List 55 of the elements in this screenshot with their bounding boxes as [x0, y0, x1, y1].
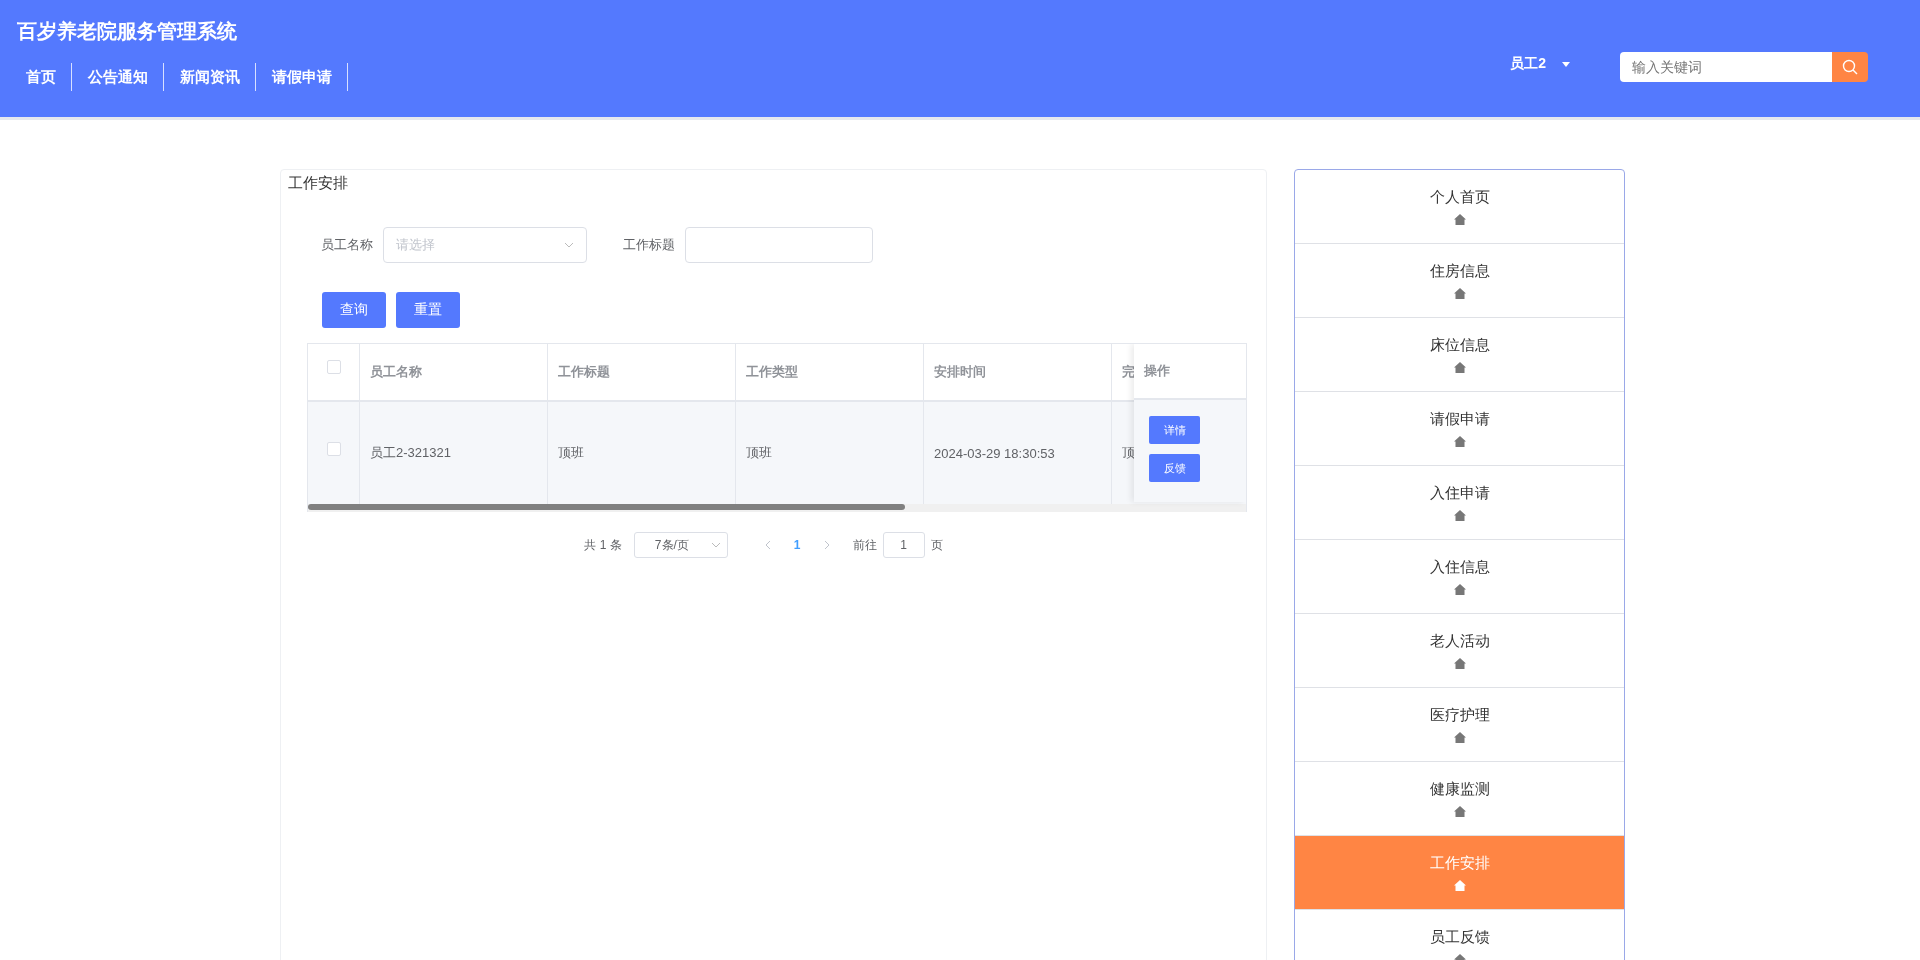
action-button[interactable]: 重置	[396, 292, 460, 328]
user-menu[interactable]: 员工2	[1510, 55, 1570, 73]
card-title: 工作安排	[287, 173, 349, 193]
column-header: 工作类型	[736, 344, 924, 400]
sidebar-item[interactable]: 入住信息	[1295, 540, 1624, 614]
chevron-down-icon	[564, 242, 574, 248]
next-page-icon[interactable]	[822, 540, 831, 550]
house-icon	[1453, 288, 1466, 299]
search-icon	[1842, 59, 1858, 75]
filter-label: 工作标题	[623, 236, 675, 254]
search-field[interactable]: 输入关键词	[1620, 52, 1832, 82]
sidebar-item[interactable]: 床位信息	[1295, 318, 1624, 392]
nav-link[interactable]: 首页	[17, 63, 72, 91]
filter-label: 员工名称	[321, 236, 373, 254]
checkbox[interactable]	[326, 360, 341, 374]
row-action-button[interactable]: 反馈	[1149, 454, 1200, 482]
house-icon	[1453, 880, 1466, 891]
column-header: 完	[1121, 363, 1136, 381]
sidebar-item[interactable]: 住房信息	[1295, 244, 1624, 318]
goto-label: 前往	[852, 536, 877, 554]
page-size-select[interactable]: 7条/页	[633, 532, 728, 558]
checkbox[interactable]	[326, 442, 341, 456]
house-icon	[1453, 732, 1466, 743]
column-header: 工作标题	[548, 344, 736, 400]
sidebar-item[interactable]: 请假申请	[1295, 392, 1624, 466]
house-icon	[1453, 362, 1466, 373]
column-header: 员工名称	[360, 344, 548, 400]
page-input[interactable]: 1	[882, 532, 925, 558]
sidebar-item[interactable]: 个人首页	[1295, 170, 1624, 244]
nav-link[interactable]: 公告通知	[79, 63, 164, 91]
chevron-down-icon	[710, 542, 721, 548]
prev-page-icon[interactable]	[763, 540, 772, 550]
site-title: 百岁养老院服务管理系统	[17, 19, 238, 44]
sidebar-item[interactable]: 医疗护理	[1295, 688, 1624, 762]
search-button[interactable]	[1832, 52, 1868, 82]
house-icon	[1453, 584, 1466, 595]
nav-link[interactable]: 请假申请	[263, 63, 348, 91]
input-field[interactable]	[685, 227, 873, 263]
house-icon	[1453, 658, 1466, 669]
caret-icon	[1562, 61, 1570, 67]
nav-link[interactable]: 新闻资讯	[171, 63, 256, 91]
sidebar-item[interactable]: 员工反馈	[1295, 910, 1624, 960]
sidebar-item[interactable]: 老人活动	[1295, 614, 1624, 688]
house-icon	[1453, 436, 1466, 447]
action-button[interactable]: 查询	[322, 292, 386, 328]
table-cell-text: 顶	[1121, 444, 1136, 462]
house-icon	[1453, 510, 1466, 521]
scrollbar-thumb[interactable]	[308, 504, 905, 510]
total-count: 共 1 条	[584, 536, 622, 554]
column-header: 安排时间	[924, 344, 1112, 400]
page-suffix: 页	[930, 536, 943, 554]
sidebar-item[interactable]: 入住申请	[1295, 466, 1624, 540]
house-icon	[1453, 214, 1466, 225]
row-action-button[interactable]: 详情	[1149, 416, 1200, 444]
house-icon	[1453, 806, 1466, 817]
